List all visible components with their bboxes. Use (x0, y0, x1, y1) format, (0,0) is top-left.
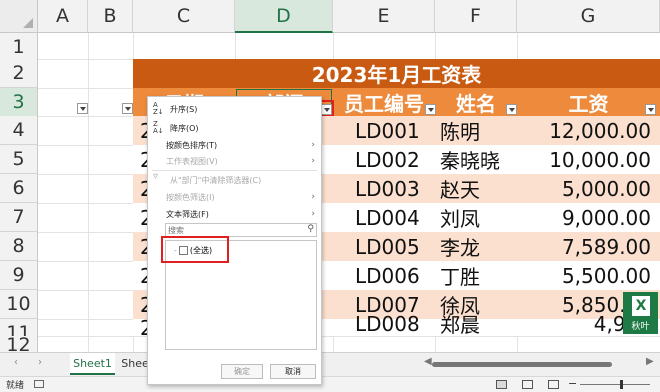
sheet-tab-sheet2[interactable]: Shee (120, 353, 150, 373)
submenu-arrow-icon: › (311, 209, 315, 219)
column-header-f[interactable]: F (435, 0, 517, 33)
status-text: 就绪 (6, 381, 25, 391)
clear-filter-label: 从"部门"中清除筛选器(C) (170, 175, 262, 185)
sheet-view-label: 工作表视图(V) (166, 156, 218, 166)
sort-descending-label: 降序(O) (170, 123, 199, 133)
sheet-tab-sheet1[interactable]: Sheet1 (70, 353, 115, 375)
menu-text-filters[interactable]: 文本筛选(F) › (148, 206, 321, 222)
menu-sheet-view[interactable]: 工作表视图(V) › (148, 153, 321, 169)
header-salary: 工资 (568, 91, 609, 116)
row-header-6[interactable]: 6 (0, 174, 38, 203)
employee-id-cell[interactable]: LD008 (355, 309, 420, 338)
row-header-8[interactable]: 8 (0, 232, 38, 261)
ok-button[interactable]: 确定 (221, 364, 263, 379)
page-break-icon[interactable] (548, 380, 559, 389)
spreadsheet-grid: A B C D E F G 1 2 3 4 5 6 7 8 9 10 11 12… (0, 0, 660, 360)
submenu-arrow-icon: › (311, 156, 315, 166)
clear-filter-icon: ▿ (153, 171, 159, 182)
submenu-arrow-icon: › (311, 140, 315, 150)
logo-text: 秋叶 (631, 322, 650, 332)
employee-id-cell[interactable]: LD003 (355, 174, 420, 203)
name-cell[interactable]: 丁胜 (440, 261, 480, 290)
row-header-4[interactable]: 4 (0, 116, 38, 145)
column-header-b[interactable]: B (88, 0, 133, 33)
status-bar: 就绪 − (0, 376, 660, 392)
submenu-arrow-icon: › (311, 192, 315, 202)
salary-cell[interactable]: 7,589.00 (517, 232, 651, 261)
name-cell[interactable]: 李龙 (440, 232, 480, 261)
select-all-corner[interactable] (0, 0, 38, 33)
page-layout-icon[interactable] (522, 380, 533, 389)
horizontal-scrollbar[interactable] (432, 362, 612, 367)
salary-cell[interactable]: 9,000.00 (517, 203, 651, 232)
salary-cell[interactable]: 5,500.00 (517, 261, 651, 290)
table-title: 2023年1月工资表 (133, 59, 660, 88)
row-header-3[interactable]: 3 (0, 88, 38, 117)
normal-view-icon[interactable] (496, 380, 507, 389)
filter-search-input[interactable] (168, 224, 298, 236)
name-cell[interactable]: 刘凤 (440, 203, 480, 232)
app-logo: X 秋叶 (623, 292, 658, 334)
header-name: 姓名 (456, 91, 496, 116)
salary-cell[interactable]: 10,000.00 (517, 145, 651, 174)
menu-sort-descending[interactable]: Z A↓ 降序(O) (148, 120, 321, 136)
scroll-left-icon[interactable]: ◀ (424, 356, 432, 367)
menu-clear-filter[interactable]: ▿ 从"部门"中清除筛选器(C) (148, 172, 321, 188)
employee-id-cell[interactable]: LD006 (355, 261, 420, 290)
column-header-c[interactable]: C (133, 0, 235, 33)
row-header-5[interactable]: 5 (0, 145, 38, 174)
filter-search-box[interactable]: ⚲ (165, 223, 317, 237)
highlight-select-all (161, 236, 229, 263)
nav-next-sheet-icon[interactable]: › (38, 357, 42, 368)
name-cell[interactable]: 赵天 (440, 174, 480, 203)
column-header-d[interactable]: D (235, 0, 333, 33)
scroll-right-icon[interactable]: ▶ (646, 356, 654, 367)
zoom-slider-thumb[interactable] (620, 380, 623, 389)
menu-sort-ascending[interactable]: A Z↓ 升序(S) (148, 101, 321, 117)
row-header-7[interactable]: 7 (0, 203, 38, 232)
menu-filter-by-color[interactable]: 按颜色筛选(I) › (148, 189, 321, 205)
employee-id-cell[interactable]: LD005 (355, 232, 420, 261)
nav-prev-sheet-icon[interactable]: ‹ (14, 357, 18, 368)
row-header-2[interactable]: 2 (0, 59, 38, 88)
salary-cell[interactable]: 5,000.00 (517, 174, 651, 203)
filter-dropdown-salary[interactable] (645, 104, 656, 115)
row-header-9[interactable]: 9 (0, 261, 38, 290)
zoom-out-icon[interactable]: − (568, 377, 577, 390)
zoom-slider[interactable] (580, 384, 650, 385)
sort-by-color-label: 按颜色排序(T) (166, 140, 218, 150)
macro-record-icon[interactable] (34, 380, 44, 388)
cancel-button[interactable]: 取消 (270, 364, 316, 379)
employee-id-cell[interactable]: LD004 (355, 203, 420, 232)
name-cell[interactable]: 陈明 (440, 116, 480, 145)
row-header-1[interactable]: 1 (0, 33, 38, 62)
sort-descending-icon: Z A↓ (153, 120, 164, 135)
excel-icon: X (632, 296, 650, 316)
menu-sort-by-color[interactable]: 按颜色排序(T) › (148, 137, 321, 153)
column-header-a[interactable]: A (38, 0, 88, 33)
sort-ascending-icon: A Z↓ (153, 101, 164, 116)
sort-ascending-label: 升序(S) (170, 104, 198, 114)
salary-cell[interactable]: 12,000.00 (517, 116, 651, 145)
text-filters-label: 文本筛选(F) (166, 209, 209, 219)
row-header-10[interactable]: 10 (0, 290, 38, 319)
filter-dropdown-b[interactable] (122, 103, 133, 114)
column-header-g[interactable]: G (517, 0, 660, 33)
column-header-e[interactable]: E (333, 0, 435, 33)
filter-dropdown-a[interactable] (77, 103, 88, 114)
name-cell[interactable]: 郑晨 (440, 309, 480, 338)
employee-id-cell[interactable]: LD001 (355, 116, 420, 145)
filter-by-color-label: 按颜色筛选(I) (166, 192, 215, 202)
name-cell[interactable]: 秦晓晓 (440, 145, 500, 174)
filter-dropdown-name[interactable] (506, 104, 517, 115)
filter-dropdown-employee-id[interactable] (425, 104, 436, 115)
employee-id-cell[interactable]: LD002 (355, 145, 420, 174)
search-icon: ⚲ (307, 224, 314, 234)
header-employee-id: 员工编号 (344, 91, 424, 116)
